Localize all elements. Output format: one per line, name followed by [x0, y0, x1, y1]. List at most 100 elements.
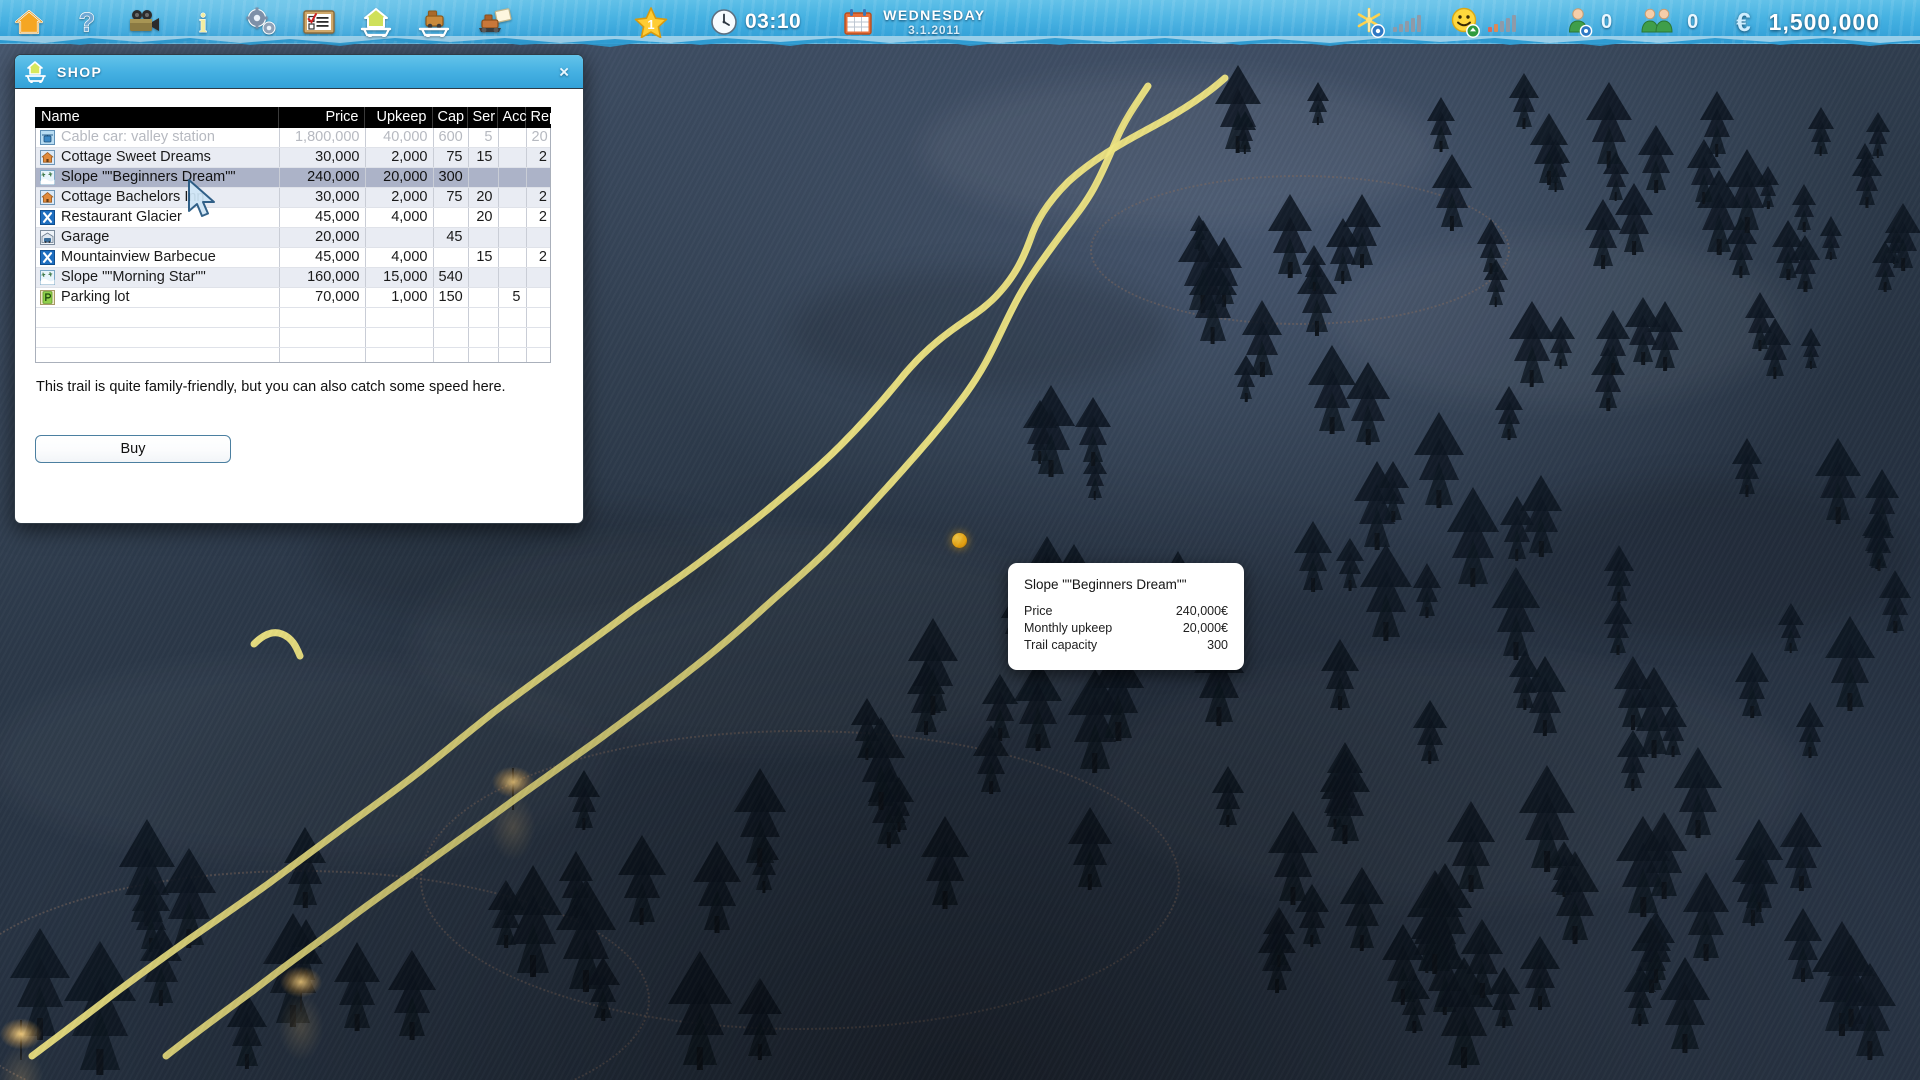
table-row[interactable]: Cottage Sweet Dreams 30,000 2,000 75 15 2	[36, 147, 550, 168]
pine-tree	[1242, 294, 1284, 378]
pine-tree	[1353, 454, 1401, 550]
pine-tree	[1732, 434, 1763, 497]
bulldozer-sell-icon[interactable]	[464, 0, 522, 44]
row-price-cell: 160,000	[279, 267, 366, 288]
buy-button[interactable]: Buy	[35, 435, 231, 463]
table-row[interactable]: Mountainview Barbecue 45,000 4,000 15 2	[36, 247, 550, 268]
shop-vehicles-icon[interactable]	[406, 0, 464, 44]
table-row[interactable]: Restaurant Glacier 45,000 4,000 20 2	[36, 207, 550, 228]
pine-tree	[1519, 469, 1563, 557]
shop-buildings-icon[interactable]	[348, 0, 406, 44]
row-upkeep-cell: 1,000	[365, 287, 434, 308]
parking-icon	[40, 290, 55, 305]
pine-tree	[1673, 740, 1723, 838]
table-row[interactable]: Cottage Bachelors Inn 30,000 2,000 75 20 2	[36, 187, 550, 208]
pine-tree	[1446, 480, 1500, 588]
row-acc-cell	[498, 187, 527, 208]
pine-tree	[1530, 108, 1569, 186]
table-row[interactable]: Cable car: valley station 1,800,000 40,000…	[36, 128, 550, 148]
pine-tree	[161, 840, 216, 949]
mood-indicator[interactable]	[1435, 0, 1530, 44]
mood-gauge	[1487, 12, 1516, 32]
pine-tree	[333, 935, 381, 1031]
pine-tree	[1603, 596, 1633, 656]
row-rep-cell: 2	[526, 247, 550, 268]
pine-tree	[1584, 194, 1622, 269]
pine-tree	[1418, 856, 1473, 964]
snow-indicator[interactable]	[1340, 0, 1435, 44]
row-ser-cell	[468, 267, 499, 288]
street-lamp	[0, 1014, 51, 1080]
home-icon[interactable]	[0, 0, 58, 44]
pine-tree	[1342, 189, 1382, 269]
garage-icon	[40, 230, 55, 245]
table-row[interactable]: Slope ""Beginners Dream"" 240,000 20,000 30…	[36, 167, 550, 188]
pine-tree	[1844, 956, 1896, 1060]
guests-indicator[interactable]: 0	[1530, 0, 1626, 44]
tasks-checklist-icon[interactable]	[290, 0, 348, 44]
terrain-ridge	[1100, 655, 1800, 905]
calendar-weekday: WEDNESDAY	[883, 7, 986, 23]
col-upkeep[interactable]: Upkeep	[364, 107, 433, 128]
pine-tree	[1508, 69, 1539, 130]
filler-cell	[279, 347, 366, 362]
row-ser-cell	[468, 167, 499, 188]
pine-tree	[1422, 926, 1468, 1016]
settings-gears-icon[interactable]	[232, 0, 290, 44]
pine-tree	[1082, 450, 1107, 500]
filler-cell	[279, 327, 366, 348]
guests-count: 0	[1600, 10, 1613, 33]
pine-tree	[1790, 231, 1821, 292]
filler-cell	[526, 307, 550, 328]
pine-tree	[1262, 902, 1295, 967]
pine-tree	[558, 846, 594, 918]
pine-tree	[982, 669, 1019, 741]
single-guest-icon	[1568, 8, 1593, 38]
row-name-label: Restaurant Glacier	[61, 209, 182, 225]
clock-icon	[711, 9, 737, 35]
pine-tree	[884, 772, 915, 833]
tooltip-row: Trail capacity 300	[1024, 637, 1228, 654]
pine-tree	[1640, 805, 1688, 900]
table-row[interactable]: Parking lot 70,000 1,000 150 5	[36, 287, 550, 308]
table-row[interactable]: Slope ""Morning Star"" 160,000 15,000 540	[36, 267, 550, 288]
close-icon[interactable]: ×	[555, 61, 573, 82]
game-screen: ? i 1 03:10 WEDNESDAY 3.1.2011 0 0 € 1,5…	[0, 0, 1920, 1080]
row-upkeep-cell	[365, 227, 434, 248]
row-cap-cell: 75	[433, 187, 469, 208]
col-ser[interactable]: Ser	[467, 107, 498, 128]
trail-start-marker	[952, 533, 967, 548]
terrain-ridge	[1330, 235, 1790, 405]
row-rep-cell: 2	[526, 147, 550, 168]
camera-icon[interactable]	[116, 0, 174, 44]
pine-tree	[1211, 762, 1244, 828]
col-rep[interactable]: Rep	[525, 107, 557, 128]
shop-dialog: SHOP × Name Price Upkeep Cap Ser Acc Rep…	[14, 54, 584, 524]
visitors-indicator[interactable]: 0	[1626, 0, 1712, 44]
row-price-cell: 45,000	[279, 207, 366, 228]
row-cap-cell	[433, 207, 469, 228]
help-icon[interactable]: ?	[58, 0, 116, 44]
snow-gauge	[1392, 12, 1421, 32]
tooltip-row: Monthly upkeep 20,000€	[1024, 620, 1228, 637]
table-row[interactable]: Garage 20,000 45	[36, 227, 550, 248]
pine-tree	[907, 611, 959, 715]
info-icon[interactable]: i	[174, 0, 232, 44]
piste-fence	[0, 870, 650, 1080]
col-acc[interactable]: Acc	[497, 107, 527, 128]
pine-tree	[1815, 431, 1862, 524]
table-filler-row	[36, 307, 550, 328]
pine-tree	[1476, 214, 1506, 275]
col-cap[interactable]: Cap	[432, 107, 468, 128]
shop-table-scroll-area[interactable]: Cable car: valley station 1,800,000 40,000…	[35, 128, 551, 363]
clock-indicator: 03:10	[696, 0, 815, 44]
row-acc-cell	[498, 227, 527, 248]
pine-tree	[1499, 491, 1534, 562]
row-rep-cell	[526, 167, 550, 188]
pine-tree	[1320, 741, 1371, 844]
row-price-cell: 30,000	[279, 147, 366, 168]
col-name[interactable]: Name	[35, 107, 279, 128]
rank-indicator[interactable]: 1	[620, 0, 682, 44]
col-price[interactable]: Price	[278, 107, 365, 128]
pine-tree	[867, 760, 911, 849]
